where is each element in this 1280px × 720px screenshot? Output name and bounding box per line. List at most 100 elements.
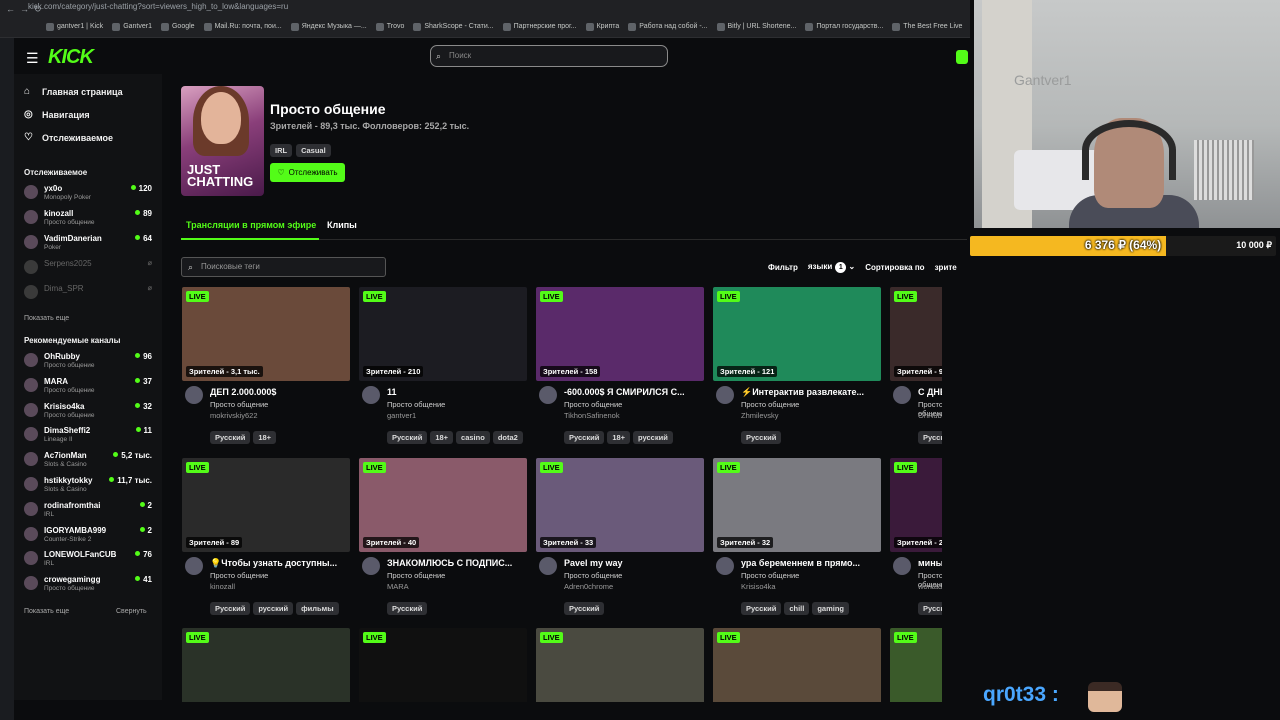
- menu-icon[interactable]: ☰: [26, 50, 39, 67]
- stream-thumbnail[interactable]: LIVE: [359, 628, 527, 702]
- stream-title[interactable]: 11: [387, 387, 525, 397]
- sidebar-channel[interactable]: LONEWOLFanCUB IRL 76: [24, 548, 152, 572]
- sidebar-channel[interactable]: OhRubby Просто общение 96: [24, 350, 152, 374]
- bookmark-item[interactable]: Trovo: [375, 22, 404, 31]
- sidebar-nav-item[interactable]: ◎ Навигация: [24, 109, 90, 120]
- sidebar-channel[interactable]: Ac7ionMan Slots & Casino 5,2 тыс.: [24, 449, 152, 473]
- back-forward-icon[interactable]: ←→↻: [6, 2, 47, 16]
- bookmark-item[interactable]: Партнерские прог...: [502, 22, 577, 31]
- stream-card[interactable]: LIVE: [359, 628, 527, 702]
- avatar[interactable]: [893, 556, 911, 575]
- stream-tag[interactable]: Русский: [387, 431, 428, 444]
- stream-thumbnail[interactable]: LIVE Зрителей - 121: [713, 287, 881, 381]
- bookmark-item[interactable]: Яндекс Музыка —...: [290, 22, 367, 31]
- address-bar[interactable]: ←→↻ kick.com/category/just-chatting?sort…: [0, 0, 970, 16]
- stream-title[interactable]: 💡Чтобы узнать доступны...: [210, 558, 348, 569]
- show-more-following-link[interactable]: Показать еще: [24, 315, 69, 322]
- tab-clips[interactable]: Клипы: [327, 220, 357, 230]
- sidebar-channel[interactable]: IGORYAMBA999 Counter-Strike 2 2: [24, 524, 152, 548]
- search-input[interactable]: ⌕ Поиск: [430, 45, 668, 67]
- bookmark-item[interactable]: Mail.Ru: почта, пои...: [203, 22, 282, 31]
- avatar[interactable]: [893, 386, 911, 404]
- stream-thumbnail[interactable]: LIVE: [890, 628, 942, 702]
- stream-title[interactable]: ЗНАКОМЛЮСЬ С ПОДПИС...: [387, 558, 525, 568]
- stream-tag[interactable]: casino: [456, 431, 490, 444]
- streamer-name[interactable]: workadamni: [918, 582, 942, 591]
- bookmark-item[interactable]: The Best Free Live: [892, 22, 962, 31]
- tag-search-input[interactable]: ⌕ Поисковые теги: [181, 257, 386, 277]
- stream-thumbnail[interactable]: LIVE: [536, 628, 704, 702]
- category-tag[interactable]: Casual: [296, 144, 331, 157]
- stream-tag[interactable]: Русский: [918, 601, 942, 615]
- stream-thumbnail[interactable]: LIVE: [713, 628, 881, 702]
- stream-tag[interactable]: 18+: [430, 431, 454, 444]
- account-button[interactable]: [956, 50, 968, 64]
- stream-tag[interactable]: dota2: [492, 431, 523, 444]
- bookmark-item[interactable]: Портал государств...: [805, 22, 883, 31]
- url-text[interactable]: kick.com/category/just-chatting?sort=vie…: [28, 2, 288, 11]
- languages-dropdown[interactable]: языки 1 ⌄: [808, 262, 855, 273]
- avatar[interactable]: [362, 386, 380, 404]
- stream-thumbnail[interactable]: LIVE Зрителей - 158: [536, 287, 704, 381]
- streamer-name[interactable]: Zhmilevsky: [741, 411, 779, 420]
- stream-card[interactable]: LIVE: [713, 628, 881, 702]
- stream-tag[interactable]: Русский: [918, 431, 942, 444]
- stream-tag[interactable]: фильмы: [296, 601, 339, 615]
- stream-tag[interactable]: 18+: [253, 431, 277, 444]
- sidebar-channel[interactable]: Serpens2025 ⌀: [24, 257, 152, 281]
- stream-thumbnail[interactable]: LIVE Зрителей - 28: [890, 457, 942, 552]
- avatar[interactable]: [716, 386, 734, 404]
- sidebar-channel[interactable]: rodinafromthai IRL 2: [24, 499, 152, 523]
- stream-category[interactable]: Просто общение: [564, 400, 622, 409]
- stream-title[interactable]: -600.000$ Я СМИРИЛСЯ С...: [564, 387, 702, 397]
- stream-category[interactable]: Просто общение: [210, 571, 268, 580]
- stream-title[interactable]: мины 50ю: [918, 558, 942, 568]
- stream-category[interactable]: Просто общение: [387, 571, 445, 580]
- bookmark-item[interactable]: Gantver1: [112, 22, 152, 31]
- bookmark-item[interactable]: Bitly | URL Shortene...: [716, 22, 796, 31]
- streamer-name[interactable]: mokrivskiy622: [210, 411, 258, 420]
- stream-thumbnail[interactable]: LIVE: [182, 628, 350, 702]
- stream-thumbnail[interactable]: LIVE Зрителей - 3,1 тыс.: [182, 287, 350, 381]
- kick-logo[interactable]: KICK: [48, 46, 94, 69]
- avatar[interactable]: [716, 556, 734, 575]
- avatar[interactable]: [539, 556, 557, 575]
- stream-card[interactable]: LIVE: [536, 628, 704, 702]
- stream-title[interactable]: С ДНЕМ РО: [918, 387, 942, 397]
- bookmark-item[interactable]: Крипта: [585, 22, 619, 31]
- stream-tag[interactable]: Русский: [210, 601, 251, 615]
- tab-live-streams[interactable]: Трансляции в прямом эфире: [186, 220, 316, 230]
- stream-thumbnail[interactable]: LIVE Зрителей - 33: [536, 457, 704, 552]
- stream-thumbnail[interactable]: LIVE Зрителей - 89: [182, 457, 350, 552]
- streamer-name[interactable]: OhRubby: [918, 411, 942, 420]
- sidebar-channel[interactable]: DimaSheffi2 Lineage II 11: [24, 424, 152, 448]
- bookmark-item[interactable]: Google: [160, 22, 195, 31]
- sidebar-channel[interactable]: VadimDanerian Poker 64: [24, 232, 152, 256]
- stream-card[interactable]: LIVE: [182, 628, 350, 702]
- stream-card[interactable]: LIVE: [890, 628, 942, 702]
- stream-title[interactable]: ура беременнем в прямо...: [741, 558, 879, 568]
- sidebar-channel[interactable]: Krisiso4ka Просто общение 32: [24, 400, 152, 424]
- avatar[interactable]: [539, 386, 557, 404]
- streamer-name[interactable]: TikhonSafinenok: [564, 411, 620, 420]
- follow-button[interactable]: ♡ Отслеживать: [270, 163, 345, 182]
- stream-tag[interactable]: Русский: [741, 601, 782, 615]
- stream-tag[interactable]: русский: [633, 431, 673, 444]
- stream-title[interactable]: ДЕП 2.000.000$: [210, 387, 348, 397]
- bookmark-item[interactable]: SharkScope - Стати...: [413, 22, 494, 31]
- category-tag[interactable]: IRL: [270, 144, 293, 157]
- stream-thumbnail[interactable]: LIVE Зрителей - 97: [890, 287, 942, 381]
- stream-title[interactable]: ⚡Интерактив развлекате...: [741, 387, 879, 398]
- stream-title[interactable]: Pavel my way: [564, 558, 702, 568]
- stream-card[interactable]: LIVEЗрителей - 97С ДНЕМ РОПросто общение…: [890, 287, 942, 447]
- sidebar-channel[interactable]: kinozall Просто общение 89: [24, 207, 152, 231]
- stream-tag[interactable]: chill: [784, 601, 810, 615]
- avatar[interactable]: [185, 386, 203, 404]
- streamer-name[interactable]: Adren0chrome: [564, 582, 613, 591]
- show-more-recommended-link[interactable]: Показать еще: [24, 608, 69, 615]
- stream-tag[interactable]: Русский: [387, 601, 428, 615]
- sidebar-channel[interactable]: crowegamingg Просто общение 41: [24, 573, 152, 597]
- sidebar-nav-item[interactable]: ♡ Отслеживаемое: [24, 132, 113, 143]
- sidebar-channel[interactable]: Dima_SPR ⌀: [24, 282, 152, 306]
- avatar[interactable]: [185, 556, 203, 575]
